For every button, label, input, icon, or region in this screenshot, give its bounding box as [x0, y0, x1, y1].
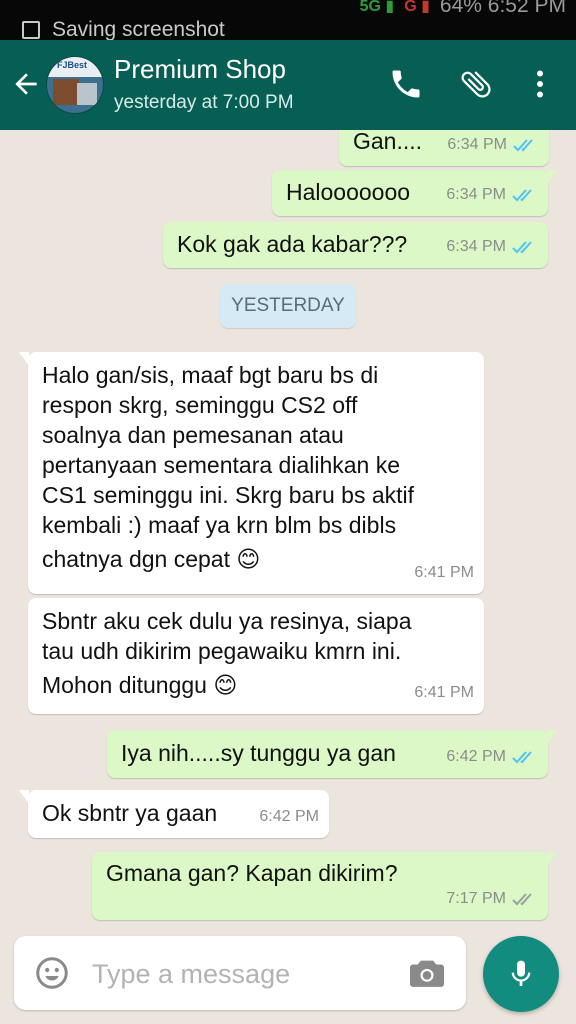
- battery-and-clock: 64% 6:52 PM: [439, 0, 566, 17]
- signal-icon: 5G ▮: [359, 0, 395, 15]
- message-time: 6:34 PM: [446, 238, 506, 255]
- double-check-icon: [512, 893, 532, 906]
- chat-area[interactable]: Gan.... 6:34 PM Halooooooo 6:34 PM Kok g…: [0, 130, 576, 930]
- signal-icon-2: G ▮: [404, 0, 430, 15]
- contact-name[interactable]: Premium Shop: [114, 54, 286, 85]
- message-text: Kok gak ada kabar???: [177, 231, 408, 257]
- message-line: chatnya dgn cepat 😊: [42, 546, 261, 572]
- last-seen: yesterday at 7:00 PM: [114, 92, 294, 113]
- avatar[interactable]: FJBest: [46, 56, 104, 114]
- chat-header: FJBest Premium Shop yesterday at 7:00 PM: [0, 40, 576, 130]
- phone-icon[interactable]: [388, 66, 424, 102]
- message-time: 6:41 PM: [414, 684, 474, 701]
- double-check-icon: [512, 241, 532, 254]
- double-check-icon: [512, 751, 532, 764]
- image-icon: [22, 21, 40, 39]
- message-text: Ok sbntr ya gaan: [42, 800, 218, 826]
- back-arrow-icon[interactable]: [10, 68, 42, 100]
- message-line: pertanyaan sementara dialihkan ke: [42, 452, 401, 478]
- message-line: kembali :) maaf ya krn blm bs dibls: [42, 512, 397, 538]
- message-time: 6:34 PM: [446, 186, 506, 203]
- message-input[interactable]: [90, 953, 394, 995]
- notification: Saving screenshot: [22, 18, 225, 40]
- double-check-icon: [512, 189, 532, 202]
- more-vert-icon[interactable]: [522, 66, 558, 102]
- status-bar: Saving screenshot 5G ▮ G ▮ 64% 6:52 PM: [0, 0, 576, 40]
- message-bubble-incoming[interactable]: Sbntr aku cek dulu ya resinya, siapa tau…: [28, 598, 484, 714]
- date-divider: YESTERDAY: [220, 284, 356, 328]
- message-line: respon skrg, seminggu CS2 off: [42, 392, 358, 418]
- message-line: soalnya dan pemesanan atau: [42, 422, 344, 448]
- message-bubble-outgoing[interactable]: Halooooooo 6:34 PM: [272, 170, 557, 216]
- mic-icon: [511, 960, 531, 986]
- message-bubble-incoming[interactable]: Ok sbntr ya gaan 6:42 PM: [19, 790, 329, 838]
- message-time: 6:42 PM: [446, 748, 506, 765]
- mic-button[interactable]: [483, 936, 559, 1012]
- message-line: Halo gan/sis, maaf bgt baru bs di: [42, 362, 379, 388]
- notification-text: Saving screenshot: [52, 18, 225, 40]
- double-check-icon: [513, 139, 533, 152]
- message-bubble-outgoing[interactable]: Gmana gan? Kapan dikirim? 7:17 PM: [92, 852, 557, 920]
- avatar-logo-text: FJBest: [57, 60, 88, 70]
- status-indicators: 5G ▮ G ▮ 64% 6:52 PM: [360, 0, 566, 18]
- message-line: tau udh dikirim pegawaiku kmrn ini.: [42, 638, 402, 664]
- message-composer: [14, 936, 466, 1010]
- message-text: Gan....: [353, 130, 423, 154]
- message-time: 6:42 PM: [259, 808, 319, 825]
- message-line: Sbntr aku cek dulu ya resinya, siapa: [42, 608, 412, 634]
- paperclip-icon[interactable]: [458, 66, 494, 102]
- message-text: Halooooooo: [286, 179, 411, 205]
- message-bubble-incoming[interactable]: Halo gan/sis, maaf bgt baru bs di respon…: [19, 352, 484, 594]
- camera-icon[interactable]: [408, 956, 446, 990]
- message-text: Iya nih.....sy tunggu ya gan: [121, 740, 396, 766]
- message-line: Mohon ditunggu 😊: [42, 672, 238, 698]
- message-time: 6:41 PM: [414, 564, 474, 581]
- message-bubble-outgoing[interactable]: Gan.... 6:34 PM: [339, 130, 549, 166]
- message-line: CS1 seminggu ini. Skrg baru bs aktif: [42, 482, 415, 508]
- message-bubble-outgoing[interactable]: Iya nih.....sy tunggu ya gan 6:42 PM: [107, 730, 557, 778]
- message-bubble-outgoing[interactable]: Kok gak ada kabar??? 6:34 PM: [163, 222, 548, 268]
- message-time: 6:34 PM: [447, 136, 507, 153]
- message-time: 7:17 PM: [446, 890, 506, 907]
- message-text: Gmana gan? Kapan dikirim?: [106, 860, 398, 886]
- emoji-icon[interactable]: [34, 955, 70, 991]
